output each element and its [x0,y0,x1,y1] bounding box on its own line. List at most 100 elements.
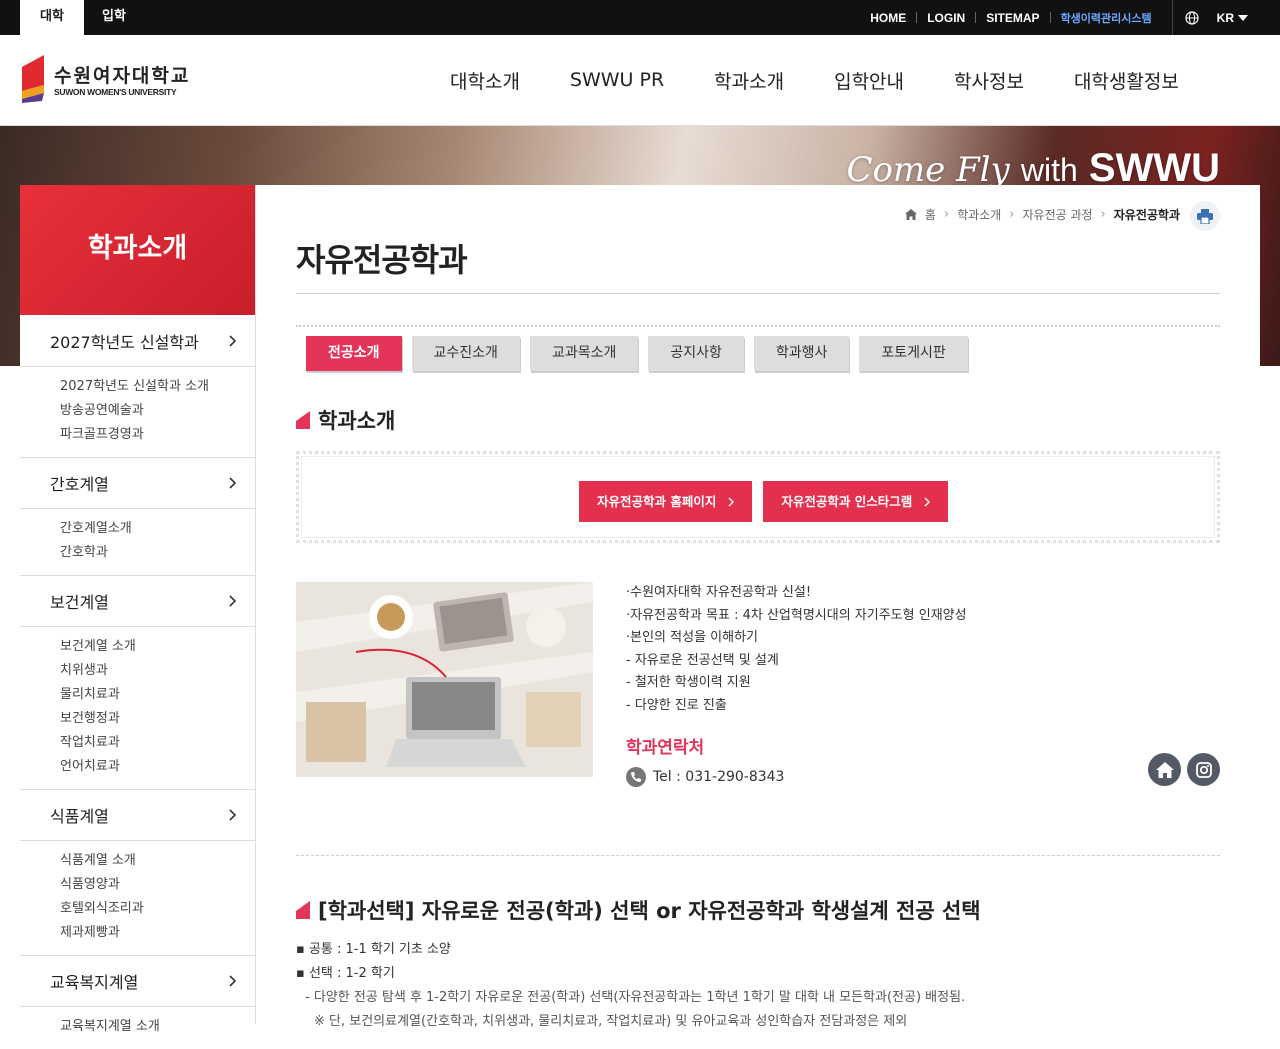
selection-line: ▪ 공통 : 1-1 학기 기초 소양 [296,942,451,957]
instagram-icon[interactable] [1187,753,1220,786]
link-box: 자유전공학과 홈페이지 자유전공학과 인스타그램 [296,451,1220,543]
main-content: 홈 › 학과소개 › 자유전공 과정 › 자유전공학과 자유전공학과 전공소개 … [256,185,1260,1029]
login-link[interactable]: LOGIN [917,11,975,25]
gnb-item-about[interactable]: 대학소개 [425,67,545,94]
section-heading: [학과선택] 자유로운 전공(학과) 선택 or 자유전공학과 학생설계 전공 … [296,895,981,925]
home-link[interactable]: HOME [860,11,916,25]
sidebar-subitem[interactable]: 호텔외식조리과 [60,897,255,921]
heading-bullet-icon [296,901,310,919]
sidebar-sublist: 교육복지계열 소개 [20,1007,255,1049]
sidebar-subitem[interactable]: 2027학년도 신설학과 소개 [60,375,255,399]
tab-notices[interactable]: 공지사항 [648,336,744,371]
tab-admission[interactable]: 입학 [84,0,144,35]
top-utility-bar: 대학 입학 HOME LOGIN SITEMAP 학생이력관리시스템 KR [0,0,1280,35]
chevron-down-icon [1238,14,1248,21]
sidebar-sublist: 간호계열소개 간호학과 [20,509,255,575]
tab-faculty[interactable]: 교수진소개 [411,336,520,371]
phone-icon [626,767,646,787]
intro-line: ·자유전공학과 목표 : 4차 산업혁명시대의 자기주도형 인재양성 [626,607,967,623]
home-icon [904,209,917,220]
globe-icon[interactable] [1173,10,1211,25]
department-photo [296,582,593,777]
tab-major-intro[interactable]: 전공소개 [306,336,402,371]
breadcrumb: 홈 › 학과소개 › 자유전공 과정 › 자유전공학과 [904,206,1180,223]
social-icons [1148,753,1220,786]
logo-mark-icon [22,55,44,103]
sidebar-group-nursing[interactable]: 간호계열 [20,457,255,509]
chevron-right-icon: › [943,207,950,222]
gnb-item-admission[interactable]: 입학안내 [809,67,929,94]
chevron-right-icon [229,975,237,987]
gnb-item-academic[interactable]: 학사정보 [929,67,1049,94]
tab-courses[interactable]: 교과목소개 [529,336,639,371]
sidebar-subitem[interactable]: 치위생과 [60,659,255,683]
sidebar-sublist: 식품계열 소개 식품영양과 호텔외식조리과 제과제빵과 [20,841,255,955]
intro-line: - 자유로운 전공선택 및 설계 [626,652,779,668]
site-header: 수원여자대학교 SUWON WOMEN'S UNIVERSITY 대학소개 SW… [0,35,1280,126]
selection-line: ▪ 선택 : 1-2 학기 [296,966,395,981]
breadcrumb-item[interactable]: 자유전공 과정 [1022,206,1092,223]
university-logo[interactable]: 수원여자대학교 SUWON WOMEN'S UNIVERSITY [20,53,200,105]
tab-events[interactable]: 학과행사 [753,336,850,371]
contact-heading: 학과연락처 [626,738,705,758]
sidebar-group-education-welfare[interactable]: 교육복지계열 [20,955,255,1007]
chevron-right-icon: › [1009,207,1015,222]
intro-line: - 다양한 진로 진출 [626,697,727,713]
breadcrumb-item[interactable]: 학과소개 [957,206,1001,223]
sidebar-subitem[interactable]: 언어치료과 [60,755,255,779]
sidebar-subitem[interactable]: 간호계열소개 [60,517,255,541]
title-divider [296,293,1220,294]
tab-university[interactable]: 대학 [20,0,84,35]
department-intro: ·수원여자대학 자유전공학과 신설! ·자유전공학과 목표 : 4차 산업혁명시… [626,582,967,717]
chevron-right-icon [229,334,237,347]
language-label: KR [1216,10,1234,25]
gnb-item-departments[interactable]: 학과소개 [689,67,809,94]
breadcrumb-current: 자유전공학과 [1113,208,1180,222]
page-title: 자유전공학과 [296,241,468,279]
contact-phone: Tel : 031-290-8343 [626,767,784,787]
main-navigation: 대학소개 SWWU PR 학과소개 입학안내 학사정보 대학생활정보 [425,35,1204,125]
logo-korean: 수원여자대학교 [54,65,191,87]
sidebar-subitem[interactable]: 파크골프경영과 [60,423,255,447]
tab-photo-board[interactable]: 포토게시판 [859,336,968,371]
print-button[interactable] [1190,201,1220,231]
instagram-button[interactable]: 자유전공학과 인스타그램 [763,481,949,522]
sidebar-group-health[interactable]: 보건계열 [20,575,255,627]
sidebar-subitem[interactable]: 물리치료과 [60,683,255,707]
sidebar-group-food[interactable]: 식품계열 [20,789,255,841]
sidebar-group-new-departments[interactable]: 2027학년도 신설학과 [20,315,255,367]
chevron-right-icon [229,809,237,821]
sidebar-subitem[interactable]: 보건계열 소개 [60,635,255,659]
chevron-right-icon [229,595,237,607]
student-record-system-link[interactable]: 학생이력관리시스템 [1051,10,1162,26]
chevron-right-icon [924,497,931,506]
section-heading: 학과소개 [296,405,395,435]
sidebar-title: 학과소개 [20,185,255,315]
sidebar-subitem[interactable]: 방송공연예술과 [60,399,255,423]
chevron-right-icon [728,497,735,506]
department-tabs: 전공소개 교수진소개 교과목소개 공지사항 학과행사 포토게시판 [296,325,1220,375]
sidebar-sublist: 보건계열 소개 치위생과 물리치료과 보건행정과 작업치료과 언어치료과 [20,627,255,789]
sidebar-subitem[interactable]: 간호학과 [60,541,255,565]
sidebar-subitem[interactable]: 보건행정과 [60,707,255,731]
sitemap-link[interactable]: SITEMAP [976,11,1049,25]
home-icon[interactable] [1148,753,1181,786]
sidebar-subitem[interactable]: 작업치료과 [60,731,255,755]
gnb-item-campus-life[interactable]: 대학생활정보 [1049,67,1204,94]
sidebar-subitem[interactable]: 식품영양과 [60,873,255,897]
homepage-button[interactable]: 자유전공학과 홈페이지 [579,481,753,522]
breadcrumb-home[interactable]: 홈 [925,206,936,223]
selection-line: ※ 단, 보건의료계열(간호학과, 치위생과, 물리치료과, 작업치료과) 및 … [314,1014,908,1029]
sidebar-subitem[interactable]: 교육복지계열 소개 [60,1015,255,1039]
sidebar-subitem[interactable]: 제과제빵과 [60,921,255,945]
print-icon [1197,208,1213,224]
sidebar-subitem[interactable]: 식품계열 소개 [60,849,255,873]
language-selector[interactable]: KR [1211,11,1248,25]
chevron-right-icon: › [1100,207,1106,222]
intro-line: ·수원여자대학 자유전공학과 신설! [626,585,812,600]
section-divider [296,855,1220,856]
gnb-item-pr[interactable]: SWWU PR [545,69,689,91]
selection-details: ▪ 공통 : 1-1 학기 기초 소양 ▪ 선택 : 1-2 학기 - 다양한 … [296,938,965,1034]
logo-english: SUWON WOMEN'S UNIVERSITY [54,87,177,97]
chevron-right-icon [229,477,237,489]
